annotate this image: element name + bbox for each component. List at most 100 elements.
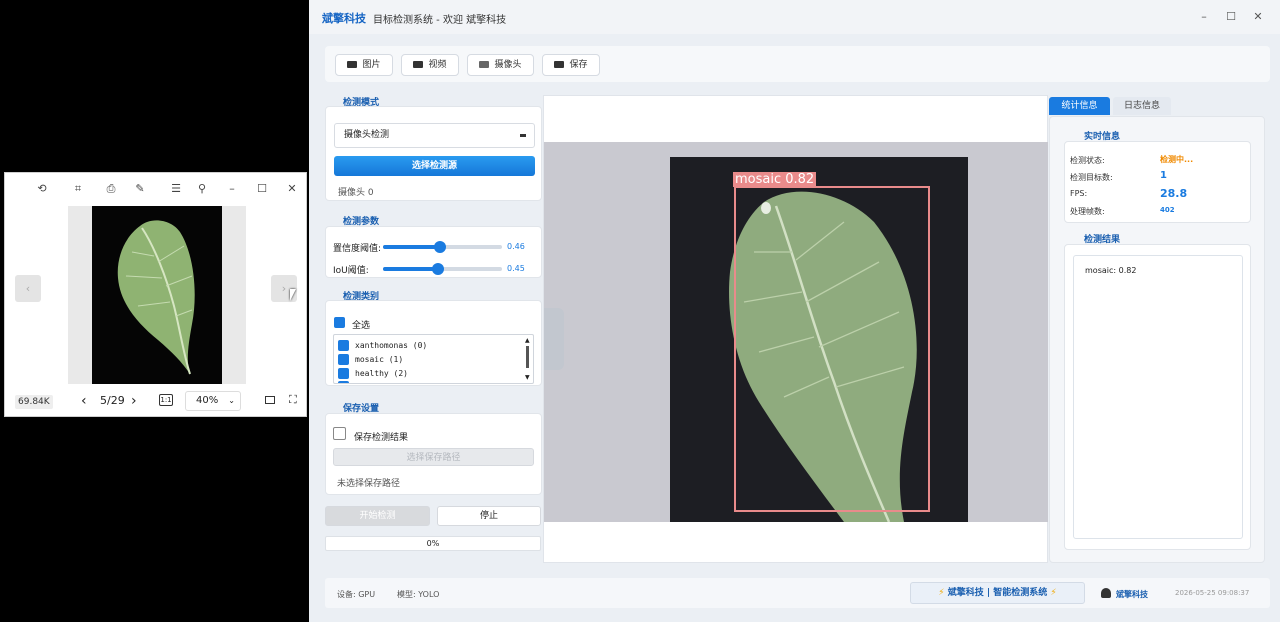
menu-icon[interactable]: ☰: [167, 182, 185, 196]
left-panel: 检测模式 摄像头检测 选择检测源 摄像头 0 检测参数 置信度阈值: 0.46 …: [325, 90, 542, 500]
save-button[interactable]: 保存: [542, 54, 600, 76]
panel-collapse-handle[interactable]: [544, 308, 564, 370]
tab-statistics[interactable]: 统计信息: [1049, 97, 1110, 115]
minimize-icon[interactable]: –: [223, 182, 241, 196]
close-icon[interactable]: ✕: [1251, 10, 1265, 24]
class-checkbox[interactable]: [338, 381, 349, 383]
device-info: 设备: GPU: [337, 590, 376, 599]
progress-text: 0%: [426, 539, 440, 548]
chevron-left-icon[interactable]: ‹: [81, 391, 87, 411]
model-info: 模型: YOLO: [397, 590, 440, 599]
result-card: mosaic: 0.82: [1064, 244, 1251, 550]
save-icon: [554, 61, 565, 68]
print-icon[interactable]: ⎙: [102, 182, 120, 196]
conf-slider[interactable]: [383, 241, 502, 253]
tab-log[interactable]: 日志信息: [1113, 97, 1171, 115]
scroll-up-icon[interactable]: ▲: [525, 337, 530, 344]
brand-badge: ⚡ 斌擎科技 | 智能检测系统 ⚡: [910, 582, 1085, 604]
chevron-down-icon: ⌄: [228, 396, 235, 405]
class-checkbox[interactable]: [338, 368, 349, 379]
conf-slider-fill: [383, 245, 440, 249]
status-label: 检测状态:: [1070, 156, 1105, 165]
select-source-button[interactable]: 选择检测源: [334, 156, 535, 176]
class-checkbox[interactable]: [338, 354, 349, 365]
pin-icon[interactable]: ⚲: [193, 182, 211, 196]
save-settings-card: 保存检测结果 选择保存路径 未选择保存路径: [325, 413, 542, 495]
scroll-down-icon[interactable]: ▼: [525, 374, 530, 381]
leaf-thumbnail: [92, 206, 222, 384]
fps-value: 28.8: [1160, 187, 1188, 200]
detection-label: mosaic 0.82: [733, 172, 817, 187]
iou-value: 0.45: [507, 264, 525, 273]
brand-badge-text: 斌擎科技 | 智能检测系统: [947, 588, 1048, 598]
right-panel: 统计信息 日志信息 实时信息 检测状态: 检测中... 检测目标数: 1 FPS…: [1049, 95, 1265, 563]
maximize-icon[interactable]: ☐: [253, 182, 271, 196]
start-detection-button[interactable]: 开始检测: [325, 506, 430, 526]
save-result-checkbox[interactable]: [333, 427, 346, 440]
image-button[interactable]: 图片: [335, 54, 393, 76]
progress-bar: 0%: [325, 536, 541, 551]
result-list: mosaic: 0.82: [1073, 255, 1243, 539]
save-result-label: 保存检测结果: [354, 433, 409, 443]
params-card: 置信度阈值: 0.46 IoU阈值: 0.45: [325, 226, 542, 278]
detection-app-window: 斌擎科技 目标检测系统 - 欢迎 斌擎科技 – ☐ ✕ 图片 视频 摄像头 保存…: [309, 0, 1280, 622]
status-footer: 设备: GPU 模型: YOLO ⚡ 斌擎科技 | 智能检测系统 ⚡ 斌擎科技 …: [325, 578, 1270, 608]
video-button-label: 视频: [428, 60, 447, 70]
rotate-icon[interactable]: ⟲: [33, 182, 51, 196]
minimize-icon[interactable]: –: [1197, 10, 1211, 24]
frames-label: 处理帧数:: [1070, 207, 1105, 216]
class-checkbox[interactable]: [338, 340, 349, 351]
class-list: xanthomonas (0) mosaic (1) healthy (2) ▲…: [333, 334, 534, 384]
crop-icon[interactable]: ⌗: [69, 182, 87, 196]
image-button-label: 图片: [362, 60, 381, 70]
camera-button-label: 摄像头: [494, 60, 522, 70]
iou-label: IoU阈值:: [333, 266, 369, 276]
close-icon[interactable]: ✕: [283, 182, 301, 196]
choose-path-button[interactable]: 选择保存路径: [333, 448, 534, 466]
maximize-icon[interactable]: ☐: [1224, 10, 1238, 24]
mode-card: 摄像头检测 选择检测源 摄像头 0: [325, 106, 542, 201]
fit-window-icon[interactable]: [265, 396, 275, 404]
previous-image-button[interactable]: ‹: [15, 275, 41, 302]
image-viewer-window: ⟲ ⌗ ⎙ ✎ ☰ ⚲ – ☐ ✕ ‹ › 69.84K ‹ 5/29 › 1:…: [4, 172, 307, 417]
edit-icon[interactable]: ✎: [131, 182, 149, 196]
camera-frame: mosaic 0.82: [544, 142, 1048, 522]
video-button[interactable]: 视频: [401, 54, 459, 76]
iou-slider-handle[interactable]: [432, 263, 444, 275]
fullscreen-icon[interactable]: ⛶: [289, 393, 297, 407]
mode-select[interactable]: 摄像头检测: [334, 123, 535, 148]
camera-button[interactable]: 摄像头: [467, 54, 534, 76]
conf-value: 0.46: [507, 242, 525, 251]
frames-value: 402: [1160, 206, 1175, 214]
user-icon: [1101, 588, 1111, 598]
count-value: 1: [1160, 170, 1167, 181]
iou-slider[interactable]: [383, 263, 502, 275]
camera-icon: [479, 61, 490, 68]
conf-slider-handle[interactable]: [434, 241, 446, 253]
class-label: healthy (2): [355, 369, 408, 378]
scroll-thumb[interactable]: [526, 346, 529, 368]
page-indicator: 5/29: [100, 394, 125, 407]
stop-button[interactable]: 停止: [437, 506, 541, 526]
path-status: 未选择保存路径: [337, 479, 401, 489]
main-toolbar: 图片 视频 摄像头 保存: [325, 46, 1270, 82]
actual-size-icon[interactable]: 1:1: [159, 394, 173, 406]
class-label: xanthomonas (0): [355, 341, 428, 350]
file-size: 69.84K: [15, 395, 53, 409]
user-name: 斌擎科技: [1116, 590, 1148, 599]
realtime-card: 检测状态: 检测中... 检测目标数: 1 FPS: 28.8 处理帧数: 40…: [1064, 141, 1251, 223]
select-all-checkbox[interactable]: [334, 317, 345, 328]
class-list-scrollbar[interactable]: ▲ ▼: [524, 337, 531, 381]
brand-name: 斌擎科技: [322, 12, 366, 25]
video-icon: [413, 61, 424, 68]
save-button-label: 保存: [569, 60, 588, 70]
page-navigator: ‹ 5/29 ›: [81, 391, 137, 411]
status-value: 检测中...: [1160, 155, 1194, 164]
image-icon: [347, 61, 358, 68]
chevron-right-icon[interactable]: ›: [131, 391, 137, 411]
window-title: 目标检测系统 - 欢迎 斌擎科技: [373, 15, 507, 26]
class-label: mosaic (1): [355, 355, 404, 364]
classes-card: 全选 xanthomonas (0) mosaic (1) healthy (2…: [325, 300, 542, 386]
zoom-select[interactable]: 40% ⌄: [185, 391, 241, 411]
statistics-pane: 实时信息 检测状态: 检测中... 检测目标数: 1 FPS: 28.8 处理帧…: [1049, 116, 1265, 563]
